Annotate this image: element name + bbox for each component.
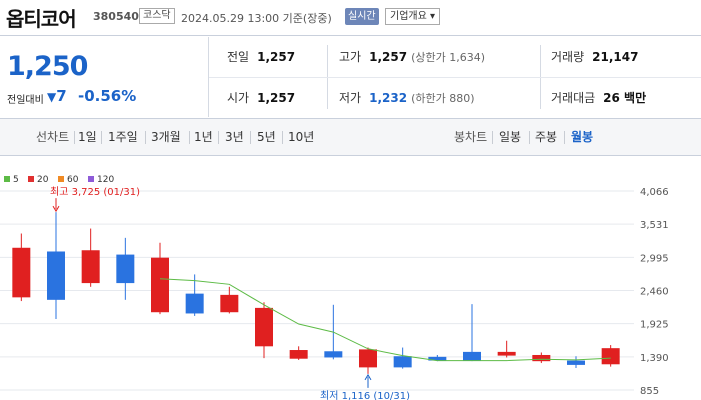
legend-swatch <box>28 176 34 182</box>
candlestick-chart: 5 20 60 120 4,066 3,531 2,995 2,460 1,925 1,390 8… <box>0 175 669 400</box>
tab-candle-daily[interactable]: 일봉 <box>499 119 521 155</box>
candle-body <box>497 351 516 356</box>
divider <box>282 131 283 144</box>
chart-legend: 5 20 60 120 <box>4 175 114 185</box>
y-tick-label: 2,995 <box>640 253 669 264</box>
candle-body <box>463 351 481 361</box>
candle-body <box>255 307 273 347</box>
legend-label: 60 <box>67 175 79 185</box>
quote-value: 21,147 <box>592 50 639 64</box>
company-overview-button[interactable]: 기업개요 ▾ <box>385 8 440 25</box>
legend-swatch <box>4 176 10 182</box>
candle-body <box>220 294 239 313</box>
candle-body <box>116 254 135 284</box>
quote-value: 1,257 <box>257 91 296 105</box>
chart-grid: 4,066 3,531 2,995 2,460 1,925 1,390 855 <box>0 187 669 397</box>
market-badge: 코스닥 <box>139 8 175 24</box>
quote-high: 고가 1,257 (상한가 1,634) <box>339 37 485 77</box>
quote-prev-close: 전일 1,257 <box>227 37 295 77</box>
quote-amount: 거래대금 26 백만 <box>551 78 646 118</box>
quote-label: 전일 <box>227 50 250 64</box>
tab-period-10y[interactable]: 10년 <box>288 119 314 155</box>
quote-value: 1,257 <box>369 50 408 64</box>
price-change: ▼7 <box>47 87 67 105</box>
stock-header: 옵티코어 380540 코스닥 2024.05.29 13:00 기준(장중) … <box>0 0 701 36</box>
price-summary: 1,250 전일대비 ▼7 -0.56% <box>0 37 208 117</box>
quote-label: 거래량 <box>551 50 585 64</box>
divider <box>189 131 190 144</box>
stock-name: 옵티코어 <box>6 7 77 31</box>
tab-candle-monthly[interactable]: 월봉 <box>571 119 593 155</box>
y-tick-label: 855 <box>640 386 659 397</box>
quote-volume: 거래량 21,147 <box>551 37 638 77</box>
candle-body <box>12 247 31 298</box>
change-percent: -0.56% <box>78 87 137 105</box>
tab-period-3m[interactable]: 3개월 <box>151 119 181 155</box>
candle-body <box>81 250 100 284</box>
timestamp: 2024.05.29 13:00 기준(장중) <box>181 12 332 25</box>
tab-candle-weekly[interactable]: 주봉 <box>535 119 557 155</box>
change-value: 7 <box>56 87 67 105</box>
candle-body <box>567 360 585 365</box>
tab-period-1y[interactable]: 1년 <box>194 119 213 155</box>
y-tick-label: 4,066 <box>640 187 669 198</box>
low-annotation: 최저 1,116 (10/31) <box>320 390 410 400</box>
candle-chart-title: 봉차트 <box>454 130 488 144</box>
current-price: 1,250 <box>7 51 88 82</box>
candle-body <box>47 251 65 300</box>
tab-period-1d[interactable]: 1일 <box>78 119 97 155</box>
candle-body <box>185 293 204 314</box>
high-annotation: 최고 3,725 (01/31) <box>50 186 140 198</box>
quote-value: 1,257 <box>257 50 296 64</box>
candle-body <box>601 348 620 365</box>
candle-body <box>359 349 377 368</box>
candle-body <box>324 351 343 358</box>
stock-code: 380540 <box>93 10 139 23</box>
quote-open: 시가 1,257 <box>227 78 295 118</box>
divider <box>492 131 493 144</box>
realtime-badge[interactable]: 실시간 <box>345 8 379 25</box>
tab-period-3y[interactable]: 3년 <box>225 119 244 155</box>
legend-swatch <box>58 176 64 182</box>
quote-label: 시가 <box>227 91 250 105</box>
change-label: 전일대비 <box>7 95 44 106</box>
down-arrow-icon: ▼ <box>47 90 57 104</box>
candle-body <box>289 350 308 359</box>
quote-sub: (하한가 880) <box>411 92 475 105</box>
y-tick-label: 1,390 <box>640 353 669 364</box>
divider <box>564 131 565 144</box>
quote-sub: (상한가 1,634) <box>411 51 485 64</box>
legend-swatch <box>88 176 94 182</box>
quote-label: 거래대금 <box>551 91 596 105</box>
legend-label: 120 <box>97 175 114 185</box>
divider <box>529 131 530 144</box>
y-tick-label: 1,925 <box>640 320 669 331</box>
y-tick-label: 3,531 <box>640 220 669 231</box>
quote-value: 26 백만 <box>603 91 647 105</box>
quote-value: 1,232 <box>369 91 408 105</box>
chart-toolbar: 선차트 1일 1주일 3개월 1년 3년 5년 10년 봉차트 일봉 주봉 월봉 <box>0 118 701 156</box>
quote-label: 저가 <box>339 91 362 105</box>
divider <box>101 131 102 144</box>
divider <box>250 131 251 144</box>
divider <box>218 131 219 144</box>
quote-low: 저가 1,232 (하한가 880) <box>339 78 475 118</box>
moving-average <box>159 278 611 362</box>
ma5-line <box>159 278 611 362</box>
candle-body <box>532 354 551 362</box>
candle-body <box>393 356 412 368</box>
candle-body <box>151 257 169 313</box>
divider <box>145 131 146 144</box>
line-chart-title: 선차트 <box>36 130 70 144</box>
y-tick-label: 2,460 <box>640 287 669 298</box>
divider <box>74 131 75 144</box>
quote-label: 고가 <box>339 50 362 64</box>
tab-period-1w[interactable]: 1주일 <box>108 119 138 155</box>
legend-label: 5 <box>13 175 19 185</box>
chart-annotations: 최고 3,725 (01/31) 최저 1,116 (10/31) <box>50 186 410 400</box>
legend-label: 20 <box>37 175 49 185</box>
candles <box>12 212 620 374</box>
quote-grid: 전일 1,257 고가 1,257 (상한가 1,634) 거래량 21,147 시가 1… <box>208 37 701 117</box>
tab-period-5y[interactable]: 5년 <box>257 119 276 155</box>
